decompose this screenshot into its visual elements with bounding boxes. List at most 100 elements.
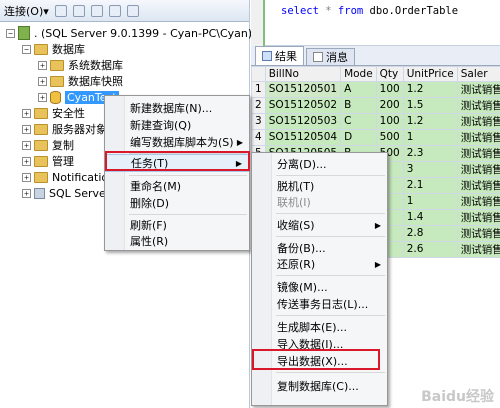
table-cell[interactable]: 1.2 <box>402 112 458 130</box>
table-cell[interactable]: 测试销售员 <box>456 80 500 98</box>
table-cell[interactable]: C <box>340 112 377 130</box>
row-number[interactable]: 2 <box>251 96 266 114</box>
row-number[interactable]: 4 <box>251 128 266 146</box>
table-cell[interactable]: 测试销售员 <box>456 128 500 146</box>
table-cell[interactable]: 2.8 <box>402 224 458 242</box>
filter-icon[interactable] <box>126 4 139 17</box>
tree-node-sql-server[interactable]: + SQL Server <box>22 185 110 201</box>
expand-icon[interactable]: + <box>38 60 47 70</box>
menu-item-new-database[interactable]: 新建数据库(N)... <box>105 99 249 117</box>
row-number[interactable]: 3 <box>251 112 266 130</box>
tree-node-system-databases[interactable]: + 系统数据库 <box>38 57 123 73</box>
table-cell[interactable]: 2.6 <box>402 240 458 258</box>
table-cell[interactable]: SO15120502 <box>264 96 342 114</box>
table-cell[interactable]: 测试销售员 <box>456 240 500 258</box>
table-cell[interactable]: 100 <box>375 80 404 98</box>
table-row[interactable]: 1SO15120501A1001.2测试销售员 <box>251 80 500 98</box>
menu-item-delete[interactable]: 删除(D) <box>105 194 249 212</box>
table-cell[interactable]: 3 <box>402 160 458 178</box>
collapse-icon[interactable]: − <box>22 44 31 54</box>
table-cell[interactable]: 测试销售员 <box>456 144 500 162</box>
menu-separator <box>129 214 247 215</box>
expand-icon[interactable]: + <box>22 140 31 150</box>
table-cell[interactable]: 1.5 <box>402 96 458 114</box>
menu-item-label: 新建数据库(N)... <box>130 102 213 115</box>
tab-messages[interactable]: 消息 <box>306 48 355 65</box>
table-cell[interactable]: 测试销售员 <box>456 192 500 210</box>
menu-item-rename[interactable]: 重命名(M) <box>105 177 249 195</box>
table-cell[interactable]: SO15120504 <box>264 128 342 146</box>
column-header[interactable]: Saler <box>456 66 500 82</box>
expand-icon[interactable]: + <box>22 108 31 118</box>
table-cell[interactable]: B <box>340 96 377 114</box>
menu-item-generate-scripts[interactable]: 生成脚本(E)... <box>252 318 387 336</box>
table-cell[interactable]: 2.3 <box>402 144 458 162</box>
expand-icon[interactable]: + <box>22 124 31 134</box>
menu-item-mirror[interactable]: 镜像(M)... <box>252 278 387 296</box>
tree-node-security[interactable]: + 安全性 <box>22 105 85 121</box>
column-header[interactable]: Qty <box>375 66 404 82</box>
menu-separator <box>276 315 385 316</box>
table-cell[interactable]: SO15120501 <box>264 80 342 98</box>
table-cell[interactable]: A <box>340 80 377 98</box>
column-header[interactable] <box>251 66 266 82</box>
security-label: 安全性 <box>52 107 85 120</box>
table-cell[interactable]: 200 <box>375 96 404 114</box>
table-row[interactable]: 2SO15120502B2001.5测试销售员 <box>251 96 500 114</box>
expand-icon[interactable]: + <box>22 156 31 166</box>
tab-results-label: 结果 <box>275 50 297 63</box>
tree-node-databases[interactable]: − 数据库 <box>22 41 85 57</box>
table-cell[interactable]: 2.1 <box>402 176 458 194</box>
column-header[interactable]: Mode <box>340 66 377 82</box>
table-cell[interactable]: 100 <box>375 112 404 130</box>
expand-icon[interactable]: + <box>22 188 31 198</box>
collapse-icon[interactable]: − <box>6 28 15 38</box>
table-cell[interactable]: SO15120503 <box>264 112 342 130</box>
table-cell[interactable]: 测试销售员 <box>456 112 500 130</box>
menu-item-restore[interactable]: 还原(R) ▶ <box>252 255 387 273</box>
menu-item-label: 属性(R) <box>130 235 169 248</box>
query-editor[interactable]: select * from dbo.OrderTable <box>251 0 500 46</box>
tree-node-snapshots[interactable]: + 数据库快照 <box>38 73 123 89</box>
connect-button[interactable]: 连接(O)▾ <box>4 3 49 19</box>
table-cell[interactable]: 测试销售员 <box>456 224 500 242</box>
tree-node-notification[interactable]: + Notification <box>22 169 115 185</box>
table-cell[interactable]: 1.4 <box>402 208 458 226</box>
databases-label: 数据库 <box>52 43 85 56</box>
table-cell[interactable]: 测试销售员 <box>456 208 500 226</box>
refresh-icon[interactable] <box>108 4 121 17</box>
tree-node-management[interactable]: + 管理 <box>22 153 74 169</box>
column-header[interactable]: UnitPrice <box>402 66 458 82</box>
menu-item-label: 联机(I) <box>277 196 311 209</box>
expand-icon[interactable]: + <box>22 172 31 182</box>
menu-item-properties[interactable]: 属性(R) <box>105 232 249 250</box>
table-cell[interactable]: 1 <box>402 192 458 210</box>
table-cell[interactable]: 1 <box>402 128 458 146</box>
table-cell[interactable]: 1.2 <box>402 80 458 98</box>
table-row[interactable]: 3SO15120503C1001.2测试销售员 <box>251 112 500 130</box>
menu-item-copy-database[interactable]: 复制数据库(C)... <box>252 377 387 395</box>
connect-icon[interactable] <box>54 4 67 17</box>
table-cell[interactable]: 测试销售员 <box>456 96 500 114</box>
expand-icon[interactable]: + <box>38 76 47 86</box>
tab-results[interactable]: 结果 <box>255 46 304 65</box>
table-cell[interactable]: D <box>340 128 377 146</box>
expand-icon[interactable]: + <box>38 92 47 102</box>
menu-item-shrink[interactable]: 收缩(S) ▶ <box>252 216 387 234</box>
stop-icon[interactable] <box>90 4 103 17</box>
disconnect-icon[interactable] <box>72 4 85 17</box>
tree-node-server-objects[interactable]: + 服务器对象 <box>22 121 107 137</box>
table-cell[interactable]: 测试销售员 <box>456 176 500 194</box>
row-number[interactable]: 1 <box>251 80 266 98</box>
column-header[interactable]: BillNo <box>264 66 342 82</box>
table-cell[interactable]: 500 <box>375 128 404 146</box>
table-row[interactable]: 4SO15120504D5001测试销售员 <box>251 128 500 146</box>
tree-node-replication[interactable]: + 复制 <box>22 137 74 153</box>
table-cell[interactable]: 测试销售员 <box>456 160 500 178</box>
menu-item-log-shipping[interactable]: 传送事务日志(L)... <box>252 295 387 313</box>
agent-icon <box>34 187 45 199</box>
tree-node-server[interactable]: − . (SQL Server 9.0.1399 - Cyan-PC\Cyan) <box>6 25 252 41</box>
menu-item-new-query[interactable]: 新建查询(Q) <box>105 116 249 134</box>
menu-item-script-database[interactable]: 编写数据库脚本为(S) ▶ <box>105 133 249 151</box>
menu-item-detach[interactable]: 分离(D)... <box>252 155 387 173</box>
